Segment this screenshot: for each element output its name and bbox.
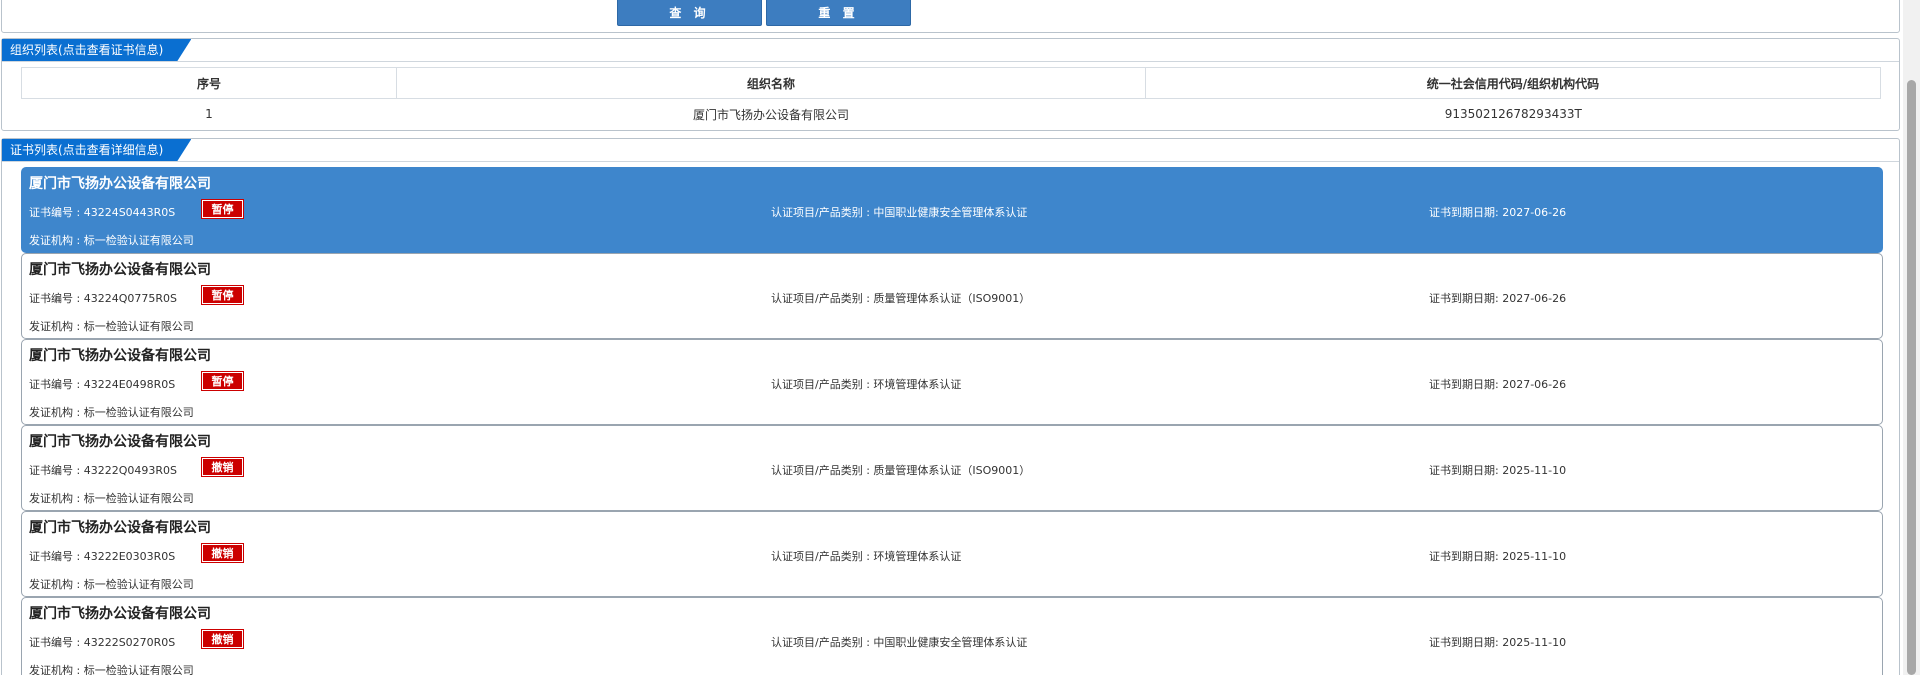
org-list-title: 组织列表(点击查看证书信息) bbox=[2, 39, 191, 61]
cert-issuer: 发证机构 : 标一检验认证有限公司 bbox=[29, 320, 194, 333]
col-header-credit-code: 统一社会信用代码/组织机构代码 bbox=[1145, 67, 1881, 99]
cert-card[interactable]: 厦门市飞扬办公设备有限公司 证书编号 : 43222E0303R0S 撤销 认证… bbox=[21, 511, 1883, 597]
status-badge: 撤销 bbox=[201, 629, 244, 649]
status-badge: 撤销 bbox=[201, 457, 244, 477]
cert-number: 证书编号 : 43222E0303R0S bbox=[29, 550, 176, 563]
cert-company-name: 厦门市飞扬办公设备有限公司 bbox=[29, 348, 211, 364]
cert-company-name: 厦门市飞扬办公设备有限公司 bbox=[29, 606, 211, 622]
title-divider bbox=[2, 61, 1899, 62]
cert-issuer: 发证机构 : 标一检验认证有限公司 bbox=[29, 578, 194, 591]
row-org-name: 厦门市飞扬办公设备有限公司 bbox=[692, 107, 849, 122]
title-divider bbox=[2, 161, 1899, 162]
cert-expiry: 证书到期日期: 2025-11-10 bbox=[1429, 464, 1567, 477]
cert-issuer: 发证机构 : 标一检验认证有限公司 bbox=[29, 664, 194, 675]
col-header-index: 序号 bbox=[21, 67, 397, 99]
cert-issuer: 发证机构 : 标一检验认证有限公司 bbox=[29, 492, 194, 505]
cert-project: 认证项目/产品类别 : 质量管理体系认证（ISO9001） bbox=[771, 464, 1031, 477]
table-row[interactable]: 1 厦门市飞扬办公设备有限公司 91350212678293433T bbox=[22, 99, 1881, 130]
cert-list: 厦门市飞扬办公设备有限公司 证书编号 : 43224S0443R0S 暂停 认证… bbox=[21, 167, 1883, 675]
cert-project: 认证项目/产品类别 : 质量管理体系认证（ISO9001） bbox=[771, 292, 1031, 305]
cert-number: 证书编号 : 43222S0270R0S bbox=[29, 636, 176, 649]
cert-issuer: 发证机构 : 标一检验认证有限公司 bbox=[29, 234, 194, 247]
scrollbar-thumb[interactable] bbox=[1907, 80, 1916, 675]
query-button[interactable]: 查 询 bbox=[617, 0, 762, 26]
cert-number: 证书编号 : 43224Q0775R0S bbox=[29, 292, 177, 305]
cert-company-name: 厦门市飞扬办公设备有限公司 bbox=[29, 262, 211, 278]
vertical-scrollbar[interactable] bbox=[1903, 0, 1920, 675]
status-badge: 暂停 bbox=[201, 371, 244, 391]
cert-expiry: 证书到期日期: 2027-06-26 bbox=[1429, 378, 1567, 391]
cert-list-title: 证书列表(点击查看详细信息) bbox=[2, 139, 191, 161]
org-list-panel: 组织列表(点击查看证书信息) 序号 组织名称 统一社会信用代码/组织机构代码 1… bbox=[1, 38, 1900, 131]
cert-company-name: 厦门市飞扬办公设备有限公司 bbox=[29, 176, 211, 192]
cert-company-name: 厦门市飞扬办公设备有限公司 bbox=[29, 434, 211, 450]
reset-button[interactable]: 重 置 bbox=[766, 0, 911, 26]
status-badge: 暂停 bbox=[201, 285, 244, 305]
col-header-org-name: 组织名称 bbox=[396, 67, 1146, 99]
cert-project: 认证项目/产品类别 : 中国职业健康安全管理体系认证 bbox=[771, 206, 1028, 219]
org-table: 序号 组织名称 统一社会信用代码/组织机构代码 1 厦门市飞扬办公设备有限公司 … bbox=[21, 67, 1881, 129]
cert-card[interactable]: 厦门市飞扬办公设备有限公司 证书编号 : 43222Q0493R0S 撤销 认证… bbox=[21, 425, 1883, 511]
cert-project: 认证项目/产品类别 : 环境管理体系认证 bbox=[771, 550, 962, 563]
cert-project: 认证项目/产品类别 : 中国职业健康安全管理体系认证 bbox=[771, 636, 1028, 649]
cert-expiry: 证书到期日期: 2027-06-26 bbox=[1429, 206, 1567, 219]
status-badge: 撤销 bbox=[201, 543, 244, 563]
cert-expiry: 证书到期日期: 2027-06-26 bbox=[1429, 292, 1567, 305]
cert-issuer: 发证机构 : 标一检验认证有限公司 bbox=[29, 406, 194, 419]
status-badge: 暂停 bbox=[201, 199, 244, 219]
cert-number: 证书编号 : 43224S0443R0S bbox=[29, 206, 176, 219]
cert-expiry: 证书到期日期: 2025-11-10 bbox=[1429, 550, 1567, 563]
cert-card[interactable]: 厦门市飞扬办公设备有限公司 证书编号 : 43224S0443R0S 暂停 认证… bbox=[21, 167, 1883, 253]
cert-expiry: 证书到期日期: 2025-11-10 bbox=[1429, 636, 1567, 649]
cert-card[interactable]: 厦门市飞扬办公设备有限公司 证书编号 : 43224E0498R0S 暂停 认证… bbox=[21, 339, 1883, 425]
cert-project: 认证项目/产品类别 : 环境管理体系认证 bbox=[771, 378, 962, 391]
search-panel: 查 询 重 置 bbox=[1, 0, 1900, 33]
row-index: 1 bbox=[205, 107, 213, 121]
row-credit-code: 91350212678293433T bbox=[1444, 107, 1582, 121]
cert-card[interactable]: 厦门市飞扬办公设备有限公司 证书编号 : 43222S0270R0S 撤销 认证… bbox=[21, 597, 1883, 675]
cert-number: 证书编号 : 43222Q0493R0S bbox=[29, 464, 177, 477]
cert-list-panel: 证书列表(点击查看详细信息) 厦门市飞扬办公设备有限公司 证书编号 : 4322… bbox=[1, 138, 1900, 675]
org-table-header: 序号 组织名称 统一社会信用代码/组织机构代码 bbox=[21, 67, 1881, 99]
page: 查 询 重 置 组织列表(点击查看证书信息) 序号 组织名称 统一社会信用代码/… bbox=[0, 0, 1920, 675]
cert-card[interactable]: 厦门市飞扬办公设备有限公司 证书编号 : 43224Q0775R0S 暂停 认证… bbox=[21, 253, 1883, 339]
cert-number: 证书编号 : 43224E0498R0S bbox=[29, 378, 176, 391]
cert-company-name: 厦门市飞扬办公设备有限公司 bbox=[29, 520, 211, 536]
